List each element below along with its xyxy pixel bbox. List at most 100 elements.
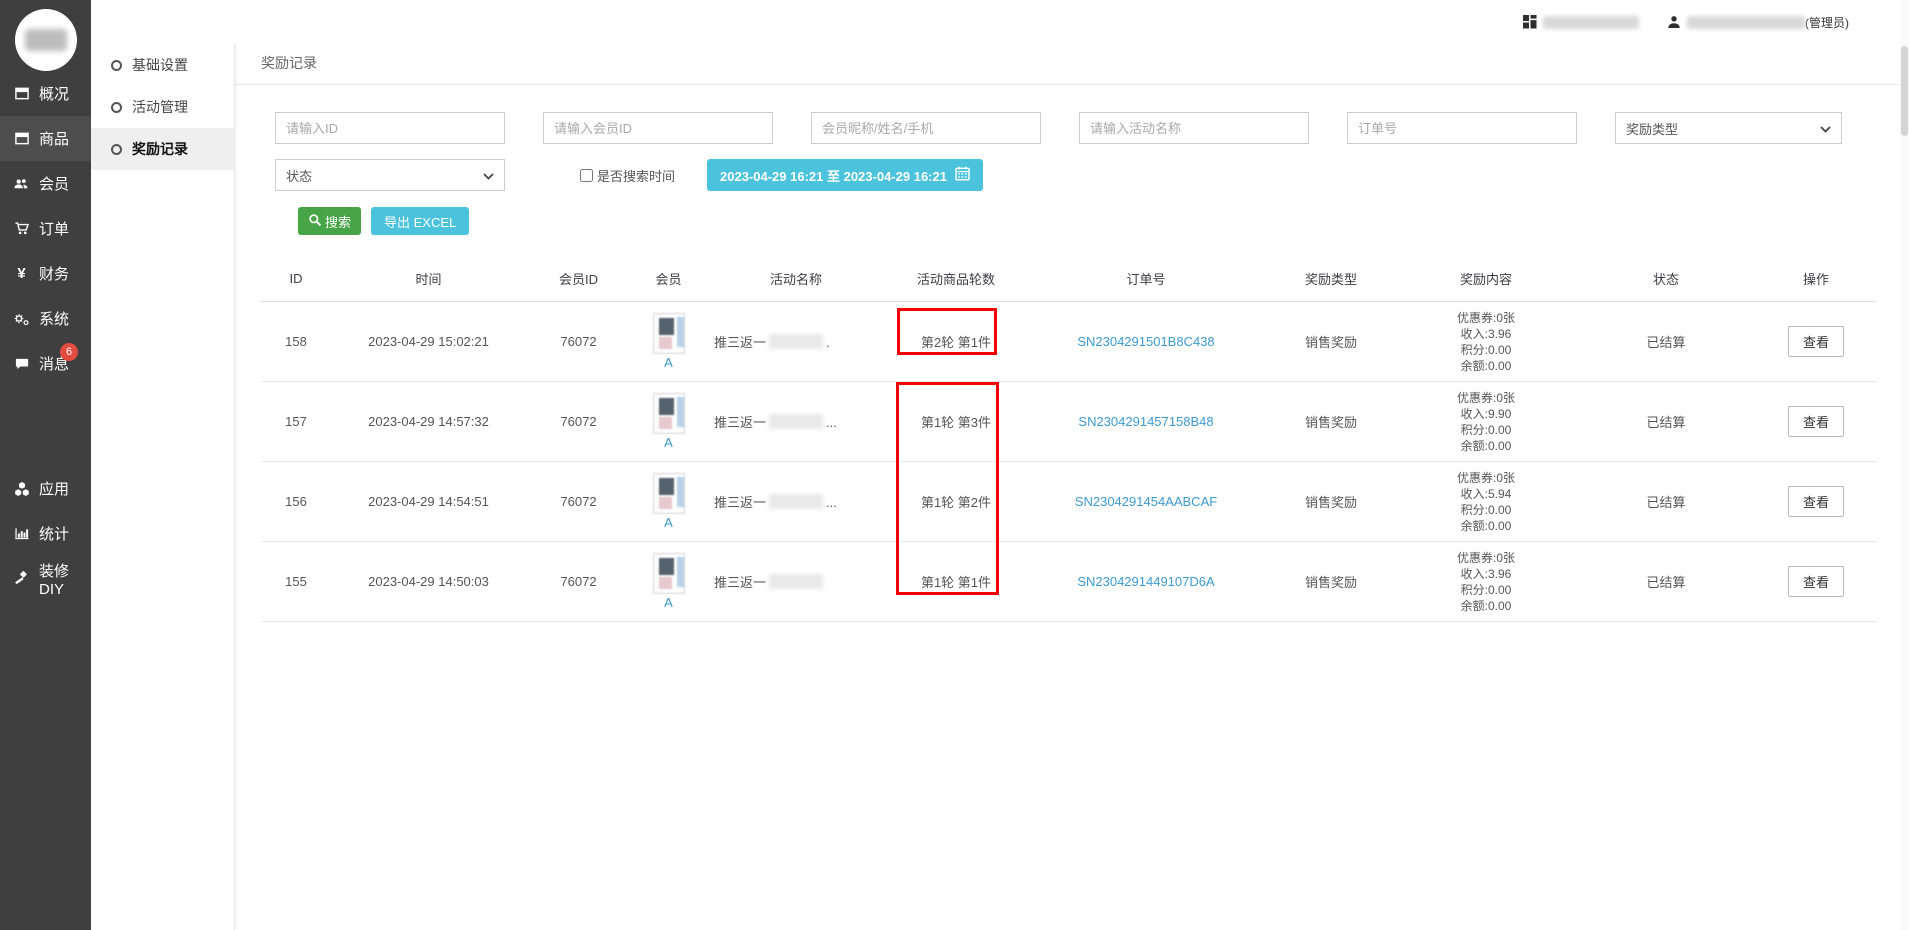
sidebar-item-goods[interactable]: 商品 <box>0 116 91 161</box>
chevron-down-icon <box>1820 121 1831 136</box>
sidebar-item-label: 概况 <box>39 83 69 104</box>
id-input[interactable] <box>275 112 505 144</box>
view-button[interactable]: 查看 <box>1788 406 1844 437</box>
cell-actions: 查看 <box>1756 542 1876 622</box>
cell-order-no: SN2304291454AABCAF <box>1026 462 1266 542</box>
col-header-activity: 活动名称 <box>706 255 886 302</box>
activity-name-input[interactable] <box>1079 112 1309 144</box>
sidebar-item-system[interactable]: 系统 <box>0 296 91 341</box>
message-count-badge: 6 <box>60 343 78 361</box>
account-menu[interactable]: (管理员) <box>1667 14 1849 31</box>
cell-member-id: 76072 <box>526 542 631 622</box>
cell-status: 已结算 <box>1576 382 1756 462</box>
search-time-label: 是否搜索时间 <box>597 166 675 185</box>
workspace-switcher[interactable] <box>1523 15 1639 29</box>
page-scrollbar[interactable] <box>1900 0 1909 930</box>
submenu-item-reward-records[interactable]: 奖励记录 <box>91 128 234 170</box>
members-icon <box>13 176 30 192</box>
member-avatar[interactable] <box>653 553 685 594</box>
submenu-item-label: 奖励记录 <box>132 139 188 159</box>
order-link[interactable]: SN2304291449107D6A <box>1077 574 1214 589</box>
cell-member-id: 76072 <box>526 382 631 462</box>
col-header-id: ID <box>261 255 331 302</box>
cell-member: A <box>631 302 706 382</box>
search-time-checkbox-group: 是否搜索时间 <box>580 166 675 185</box>
circle-icon <box>111 102 122 113</box>
status-select[interactable]: 状态 <box>275 159 505 191</box>
order-no-input[interactable] <box>1347 112 1577 144</box>
sidebar-item-label: 会员 <box>39 173 69 194</box>
cell-member: A <box>631 382 706 462</box>
export-excel-button[interactable]: 导出 EXCEL <box>371 207 469 235</box>
view-button[interactable]: 查看 <box>1788 326 1844 357</box>
order-link[interactable]: SN2304291501B8C438 <box>1077 334 1214 349</box>
goods-icon <box>13 131 30 147</box>
hammer-icon <box>13 571 30 587</box>
sidebar-item-stats[interactable]: 统计 <box>0 511 91 556</box>
search-time-checkbox[interactable] <box>580 169 593 182</box>
yen-icon: ¥ <box>13 266 30 282</box>
masked-activity-text <box>769 574 823 589</box>
date-range-button[interactable]: 2023-04-29 16:21 至 2023-04-29 16:21 <box>707 159 983 191</box>
cart-icon <box>13 221 30 237</box>
order-link[interactable]: SN2304291454AABCAF <box>1075 494 1217 509</box>
member-avatar-label: A <box>631 595 706 610</box>
cell-status: 已结算 <box>1576 462 1756 542</box>
sidebar-item-orders[interactable]: 订单 <box>0 206 91 251</box>
col-header-member: 会员 <box>631 255 706 302</box>
order-link[interactable]: SN2304291457158B48 <box>1078 414 1213 429</box>
cell-actions: 查看 <box>1756 382 1876 462</box>
cell-time: 2023-04-29 14:57:32 <box>331 382 526 462</box>
col-header-order-no: 订单号 <box>1026 255 1266 302</box>
cell-member: A <box>631 462 706 542</box>
col-header-status: 状态 <box>1576 255 1756 302</box>
sidebar-item-label: 装修DIY <box>39 560 91 598</box>
cell-reward-type: 销售奖励 <box>1266 462 1396 542</box>
member-avatar[interactable] <box>653 473 685 514</box>
member-name-input[interactable] <box>811 112 1041 144</box>
cell-time: 2023-04-29 14:50:03 <box>331 542 526 622</box>
search-button[interactable]: 搜索 <box>298 207 361 235</box>
sidebar-item-diy[interactable]: 装修DIY <box>0 556 91 601</box>
submenu-item-basic-settings[interactable]: 基础设置 <box>91 44 234 86</box>
masked-avatar-content <box>25 29 67 51</box>
primary-sidebar: 概况 商品 会员 订单 ¥ 财务 系统 消息 6 应用 统计 装修DIY <box>0 0 91 930</box>
cubes-icon <box>13 481 30 497</box>
table-row: 158 2023-04-29 15:02:21 76072 A 推三返一. 第2… <box>261 302 1876 382</box>
view-button[interactable]: 查看 <box>1788 566 1844 597</box>
reward-type-select[interactable]: 奖励类型 <box>1615 112 1842 144</box>
sidebar-item-members[interactable]: 会员 <box>0 161 91 206</box>
masked-workspace-name <box>1543 16 1639 29</box>
overview-icon <box>13 86 30 102</box>
member-id-input[interactable] <box>543 112 773 144</box>
sidebar-item-messages[interactable]: 消息 6 <box>0 341 91 386</box>
col-header-reward-content: 奖励内容 <box>1396 255 1576 302</box>
cell-rounds: 第1轮 第1件 <box>886 542 1026 622</box>
scrollbar-thumb[interactable] <box>1901 46 1908 136</box>
submenu-item-activity-management[interactable]: 活动管理 <box>91 86 234 128</box>
cell-rounds: 第2轮 第1件 <box>886 302 1026 382</box>
member-avatar[interactable] <box>653 313 685 354</box>
cell-reward-type: 销售奖励 <box>1266 542 1396 622</box>
cell-id: 155 <box>261 542 331 622</box>
sidebar-item-overview[interactable]: 概况 <box>0 71 91 116</box>
cell-activity: 推三返一 <box>706 542 886 622</box>
search-icon <box>308 213 322 230</box>
secondary-sidebar: 基础设置 活动管理 奖励记录 <box>91 44 235 930</box>
store-avatar[interactable] <box>15 9 77 71</box>
sidebar-item-apps[interactable]: 应用 <box>0 466 91 511</box>
sidebar-item-label: 商品 <box>39 128 69 149</box>
gears-icon <box>13 311 30 327</box>
grid-icon <box>1523 15 1537 29</box>
admin-role-suffix: (管理员) <box>1805 14 1849 31</box>
cell-order-no: SN2304291449107D6A <box>1026 542 1266 622</box>
table-row: 157 2023-04-29 14:57:32 76072 A 推三返一... … <box>261 382 1876 462</box>
cell-reward-type: 销售奖励 <box>1266 382 1396 462</box>
cell-actions: 查看 <box>1756 462 1876 542</box>
view-button[interactable]: 查看 <box>1788 486 1844 517</box>
sidebar-item-finance[interactable]: ¥ 财务 <box>0 251 91 296</box>
cell-reward-content: 优惠券:0张 收入:9.90 积分:0.00 余额:0.00 <box>1396 382 1576 462</box>
masked-activity-text <box>769 414 823 429</box>
circle-icon <box>111 144 122 155</box>
member-avatar[interactable] <box>653 393 685 434</box>
